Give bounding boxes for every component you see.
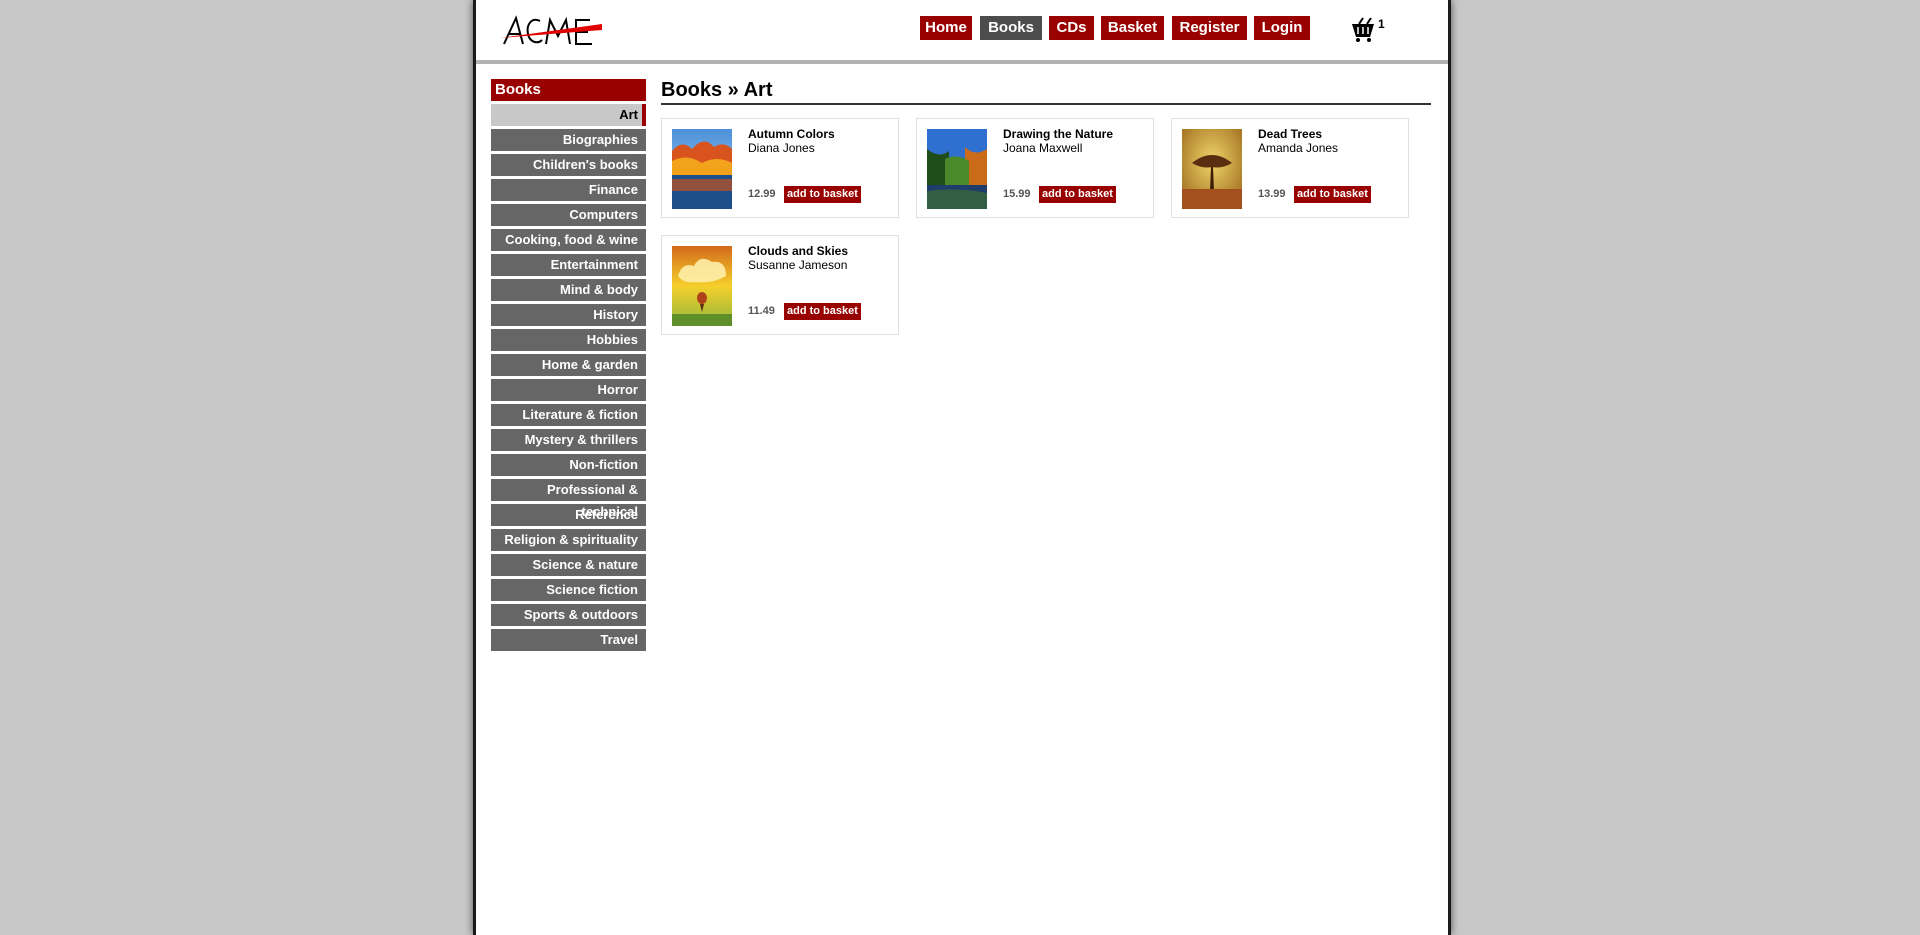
sidebar-item-hobbies[interactable]: Hobbies xyxy=(491,329,646,351)
sidebar-item-literature[interactable]: Literature & fiction xyxy=(491,404,646,426)
product-title[interactable]: Clouds and Skies xyxy=(748,244,848,258)
add-to-basket-button[interactable]: add to basket xyxy=(1039,186,1116,203)
product-author: Susanne Jameson xyxy=(748,258,848,272)
product-author: Joana Maxwell xyxy=(1003,141,1083,155)
sidebar-item-non-fiction[interactable]: Non-fiction xyxy=(491,454,646,476)
add-to-basket-button[interactable]: add to basket xyxy=(784,186,861,203)
nav-home[interactable]: Home xyxy=(920,16,972,40)
sidebar-item-mind-body[interactable]: Mind & body xyxy=(491,279,646,301)
sidebar-item-home-garden[interactable]: Home & garden xyxy=(491,354,646,376)
book-cover-autumn-image[interactable] xyxy=(672,129,732,209)
product-author: Diana Jones xyxy=(748,141,815,155)
acme-logo[interactable] xyxy=(496,10,606,46)
sidebar-item-art[interactable]: Art xyxy=(491,104,646,126)
book-cover-dead-tree-image[interactable] xyxy=(1182,129,1242,209)
product-title[interactable]: Dead Trees xyxy=(1258,127,1322,141)
sidebar-item-history[interactable]: History xyxy=(491,304,646,326)
sidebar-item-travel[interactable]: Travel xyxy=(491,629,646,651)
main-content: Books » Art Autumn Colors Diana Jones 12… xyxy=(661,79,1431,335)
product-title[interactable]: Drawing the Nature xyxy=(1003,127,1113,141)
sidebar-item-finance[interactable]: Finance xyxy=(491,179,646,201)
header: Home Books CDs Basket Register Login 1 xyxy=(476,0,1448,64)
sidebar-item-cooking[interactable]: Cooking, food & wine xyxy=(491,229,646,251)
product-card: Clouds and Skies Susanne Jameson 11.49 a… xyxy=(661,235,899,335)
product-price: 13.99 xyxy=(1258,188,1286,200)
sidebar-item-science-fiction[interactable]: Science fiction xyxy=(491,579,646,601)
page-container: Home Books CDs Basket Register Login 1 B… xyxy=(473,0,1451,935)
nav-books[interactable]: Books xyxy=(980,16,1042,40)
sidebar-item-computers[interactable]: Computers xyxy=(491,204,646,226)
basket-count: 1 xyxy=(1378,17,1385,31)
product-price: 11.49 xyxy=(748,305,775,317)
product-price: 12.99 xyxy=(748,188,776,200)
sidebar-heading[interactable]: Books xyxy=(491,79,646,101)
sidebar-item-science-nature[interactable]: Science & nature xyxy=(491,554,646,576)
sidebar-item-sports[interactable]: Sports & outdoors xyxy=(491,604,646,626)
product-card: Autumn Colors Diana Jones 12.99 add to b… xyxy=(661,118,899,218)
add-to-basket-button[interactable]: add to basket xyxy=(784,303,861,320)
product-title[interactable]: Autumn Colors xyxy=(748,127,835,141)
nav-cds[interactable]: CDs xyxy=(1049,16,1094,40)
product-card: Dead Trees Amanda Jones 13.99 add to bas… xyxy=(1171,118,1409,218)
book-cover-clouds-image[interactable] xyxy=(672,246,732,326)
sidebar-item-biographies[interactable]: Biographies xyxy=(491,129,646,151)
sidebar-item-reference[interactable]: Reference xyxy=(491,504,646,526)
sidebar-item-religion[interactable]: Religion & spirituality xyxy=(491,529,646,551)
product-author: Amanda Jones xyxy=(1258,141,1339,155)
nav-register[interactable]: Register xyxy=(1172,16,1247,40)
category-sidebar: Books Art Biographies Children's books F… xyxy=(491,79,646,654)
product-card: Drawing the Nature Joana Maxwell 15.99 a… xyxy=(916,118,1154,218)
product-price: 15.99 xyxy=(1003,188,1031,200)
nav-login[interactable]: Login xyxy=(1254,16,1310,40)
add-to-basket-button[interactable]: add to basket xyxy=(1294,186,1371,203)
page-title: Books » Art xyxy=(661,79,1431,105)
sidebar-item-mystery[interactable]: Mystery & thrillers xyxy=(491,429,646,451)
sidebar-item-horror[interactable]: Horror xyxy=(491,379,646,401)
sidebar-item-childrens-books[interactable]: Children's books xyxy=(491,154,646,176)
sidebar-item-professional[interactable]: Professional & technical xyxy=(491,479,646,519)
sidebar-item-entertainment[interactable]: Entertainment xyxy=(491,254,646,276)
nav-basket[interactable]: Basket xyxy=(1101,16,1164,40)
book-cover-nature-image[interactable] xyxy=(927,129,987,209)
